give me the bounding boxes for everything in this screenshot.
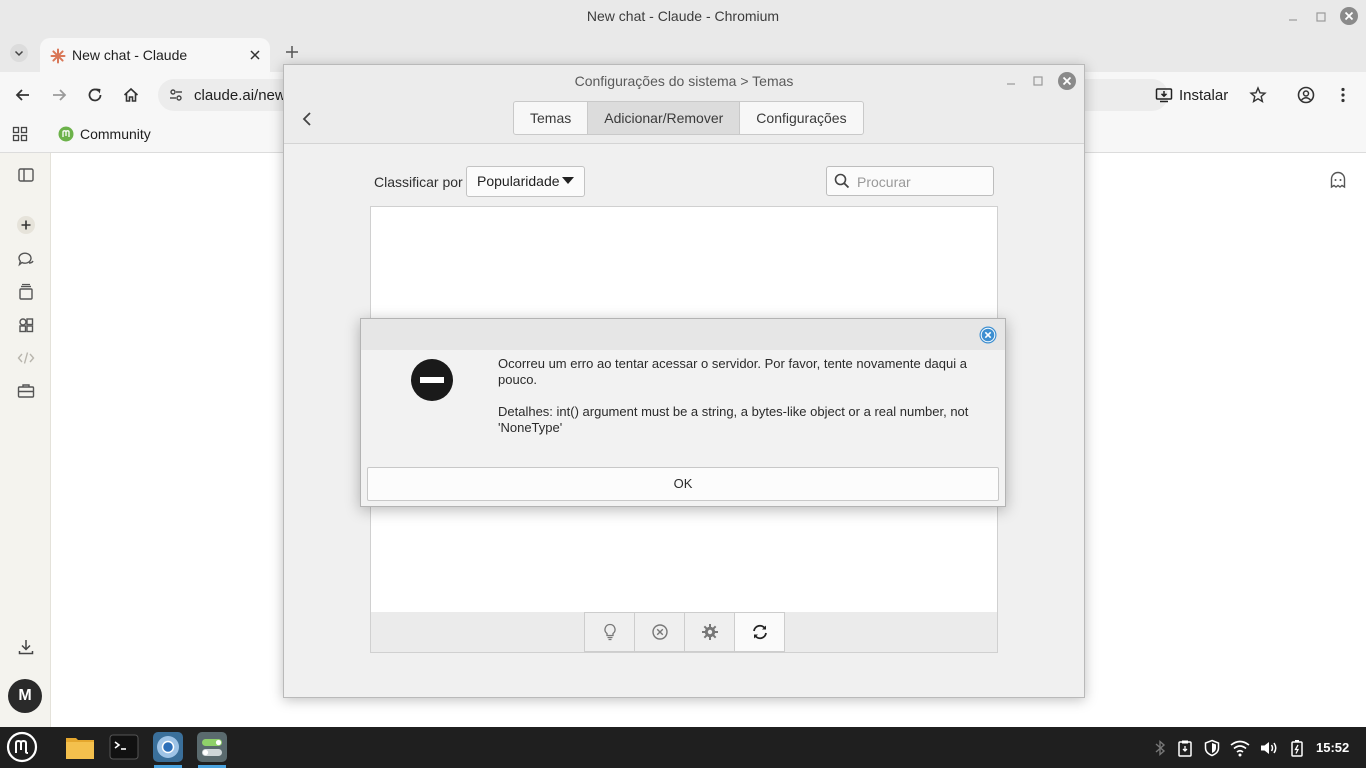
sidebar-toggle-icon[interactable] xyxy=(16,165,36,185)
minimize-icon[interactable] xyxy=(1284,8,1302,26)
settings-minimize-icon[interactable] xyxy=(1003,73,1019,89)
settings-close-icon[interactable] xyxy=(1057,71,1077,91)
taskbar: 15:52 xyxy=(0,727,1366,768)
uninstall-button[interactable] xyxy=(635,613,685,651)
chromium-icon[interactable] xyxy=(152,731,184,763)
tab-title: New chat - Claude xyxy=(72,47,188,63)
clipboard-icon[interactable] xyxy=(1177,739,1193,757)
briefcase-icon[interactable] xyxy=(16,381,36,401)
install-app-icon xyxy=(1155,88,1173,103)
bookmark-community[interactable]: Community xyxy=(58,126,151,142)
search-box[interactable] xyxy=(826,166,994,196)
sort-dropdown[interactable]: Popularidade xyxy=(466,166,585,197)
dialog-close-icon[interactable] xyxy=(979,326,997,344)
shield-icon[interactable] xyxy=(1203,739,1221,757)
error-stop-icon xyxy=(411,359,453,401)
avatar[interactable]: M xyxy=(8,679,42,713)
sort-label: Classificar por xyxy=(374,174,463,190)
install-label: Instalar xyxy=(1179,86,1229,104)
error-dialog: Ocorreu um erro ao tentar acessar o serv… xyxy=(360,318,1006,507)
refresh-icon xyxy=(752,624,767,640)
ok-button[interactable]: OK xyxy=(367,467,999,501)
bookmark-star-icon[interactable] xyxy=(1249,86,1267,104)
code-icon[interactable] xyxy=(16,348,36,368)
settings-app-icon[interactable] xyxy=(196,731,228,763)
tab-temas[interactable]: Temas xyxy=(514,102,589,134)
chats-icon[interactable] xyxy=(16,249,36,269)
tab-adicionar-remover[interactable]: Adicionar/Remover xyxy=(588,102,741,134)
apps-grid-icon[interactable] xyxy=(12,126,28,142)
search-input[interactable] xyxy=(855,170,989,194)
settings-tabs: Temas Adicionar/Remover Configurações xyxy=(513,101,864,135)
projects-icon[interactable] xyxy=(16,282,36,302)
tab-search-icon[interactable] xyxy=(10,44,28,62)
settings-back-icon[interactable] xyxy=(300,111,314,127)
install-app-button[interactable]: Instalar xyxy=(1155,86,1228,104)
lightbulb-icon xyxy=(603,623,616,641)
incognito-ghost-icon[interactable] xyxy=(1328,170,1348,190)
wifi-icon[interactable] xyxy=(1230,739,1250,757)
maximize-icon[interactable] xyxy=(1312,8,1330,26)
new-chat-icon[interactable] xyxy=(16,215,36,235)
download-icon[interactable] xyxy=(16,637,36,657)
refresh-button[interactable] xyxy=(735,613,784,651)
sort-value: Popularidade xyxy=(477,173,560,189)
battery-icon[interactable] xyxy=(1289,739,1305,757)
home-icon[interactable] xyxy=(122,86,140,104)
settings-title: Configurações do sistema > Temas xyxy=(574,73,794,89)
new-tab-icon[interactable] xyxy=(284,44,300,60)
remove-icon xyxy=(651,624,668,640)
bookmark-label: Community xyxy=(80,126,151,142)
search-icon xyxy=(834,173,850,189)
back-icon[interactable] xyxy=(14,86,32,104)
themes-list-toolbar xyxy=(370,612,998,653)
error-details: Detalhes: int() argument must be a strin… xyxy=(498,404,969,435)
profile-icon[interactable] xyxy=(1297,86,1315,104)
url-text: claude.ai/new xyxy=(194,87,286,104)
window-titlebar: New chat - Claude - Chromium xyxy=(0,0,1366,34)
reload-icon[interactable] xyxy=(86,86,104,104)
dropdown-caret-icon xyxy=(562,177,574,184)
volume-icon[interactable] xyxy=(1259,739,1279,757)
tab-new-chat[interactable]: New chat - Claude xyxy=(40,38,270,72)
settings-maximize-icon[interactable] xyxy=(1030,73,1046,89)
terminal-icon[interactable] xyxy=(108,731,140,763)
linux-mint-favicon-icon xyxy=(58,126,74,142)
dialog-message-area: Ocorreu um erro ao tentar acessar o serv… xyxy=(498,356,983,452)
artifacts-icon[interactable] xyxy=(16,315,36,335)
window-title: New chat - Claude - Chromium xyxy=(586,8,780,24)
dialog-header xyxy=(361,319,1005,350)
bluetooth-icon[interactable] xyxy=(1153,739,1167,757)
site-info-icon[interactable] xyxy=(168,87,184,103)
claude-favicon-icon xyxy=(50,48,66,64)
error-message: Ocorreu um erro ao tentar acessar o serv… xyxy=(498,356,967,387)
configure-button[interactable] xyxy=(685,613,735,651)
clock[interactable]: 15:52 xyxy=(1316,740,1349,755)
forward-icon[interactable] xyxy=(50,86,68,104)
mint-menu-icon[interactable] xyxy=(6,731,38,763)
settings-header: Configurações do sistema > Temas Temas A… xyxy=(284,65,1084,144)
claude-sidebar: M xyxy=(0,153,51,727)
close-tab-icon[interactable] xyxy=(248,48,262,62)
info-button[interactable] xyxy=(585,613,635,651)
close-window-icon[interactable] xyxy=(1339,6,1359,26)
menu-kebab-icon[interactable] xyxy=(1334,86,1352,104)
gear-icon xyxy=(701,624,718,640)
files-icon[interactable] xyxy=(64,731,96,763)
list-action-buttons xyxy=(584,612,785,652)
tab-configuracoes[interactable]: Configurações xyxy=(740,102,862,134)
